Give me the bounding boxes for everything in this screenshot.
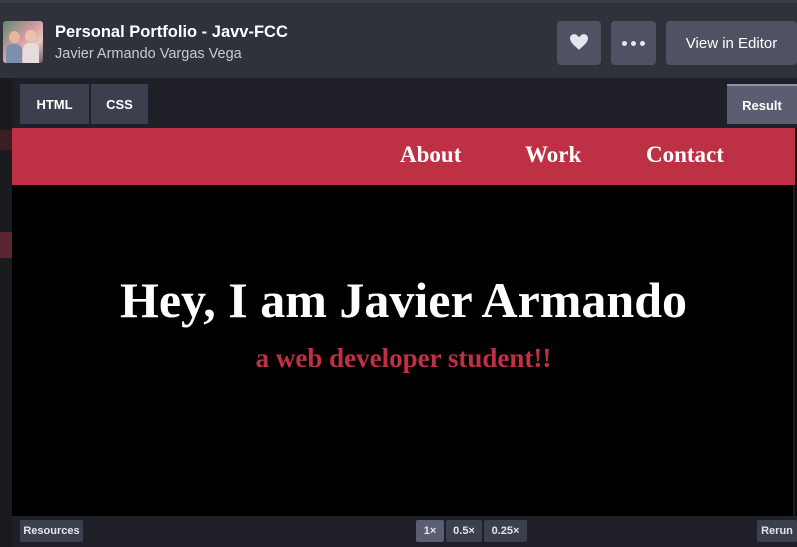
tab-result[interactable]: Result xyxy=(727,84,797,124)
rerun-button[interactable]: Rerun xyxy=(757,520,797,542)
site-navbar: About Work Contact xyxy=(12,128,795,185)
embed-footer: Resources 1× 0.5× 0.25× Rerun xyxy=(12,516,797,547)
more-dots-icon xyxy=(622,40,645,46)
zoom-1x-button[interactable]: 1× xyxy=(416,520,444,542)
heart-icon xyxy=(570,33,588,53)
editor-tab-bar: HTML CSS Result xyxy=(12,78,797,128)
like-button[interactable] xyxy=(557,21,601,65)
tab-css[interactable]: CSS xyxy=(91,84,148,124)
view-in-editor-button[interactable]: View in Editor xyxy=(666,21,797,65)
embed-header: Personal Portfolio - Javv-FCC Javier Arm… xyxy=(0,0,797,78)
more-options-button[interactable] xyxy=(611,21,656,65)
result-frame: About Work Contact Hey, I am Javier Arma… xyxy=(12,128,795,516)
nav-link-about[interactable]: About xyxy=(400,142,461,168)
nav-link-work[interactable]: Work xyxy=(525,142,581,168)
nav-link-contact[interactable]: Contact xyxy=(646,142,724,168)
hero-subtitle: a web developer student!! xyxy=(255,343,552,373)
pen-title[interactable]: Personal Portfolio - Javv-FCC xyxy=(55,23,288,42)
result-scrollbar[interactable] xyxy=(793,185,795,516)
hero-title: Hey, I am Javier Armando xyxy=(119,272,688,328)
pen-embed: Personal Portfolio - Javv-FCC Javier Arm… xyxy=(0,0,797,547)
author-avatar[interactable] xyxy=(3,21,43,63)
resources-button[interactable]: Resources xyxy=(20,520,83,542)
zoom-05x-button[interactable]: 0.5× xyxy=(446,520,482,542)
zoom-025x-button[interactable]: 0.25× xyxy=(484,520,527,542)
pen-author[interactable]: Javier Armando Vargas Vega xyxy=(55,46,242,62)
tab-html[interactable]: HTML xyxy=(20,84,90,124)
